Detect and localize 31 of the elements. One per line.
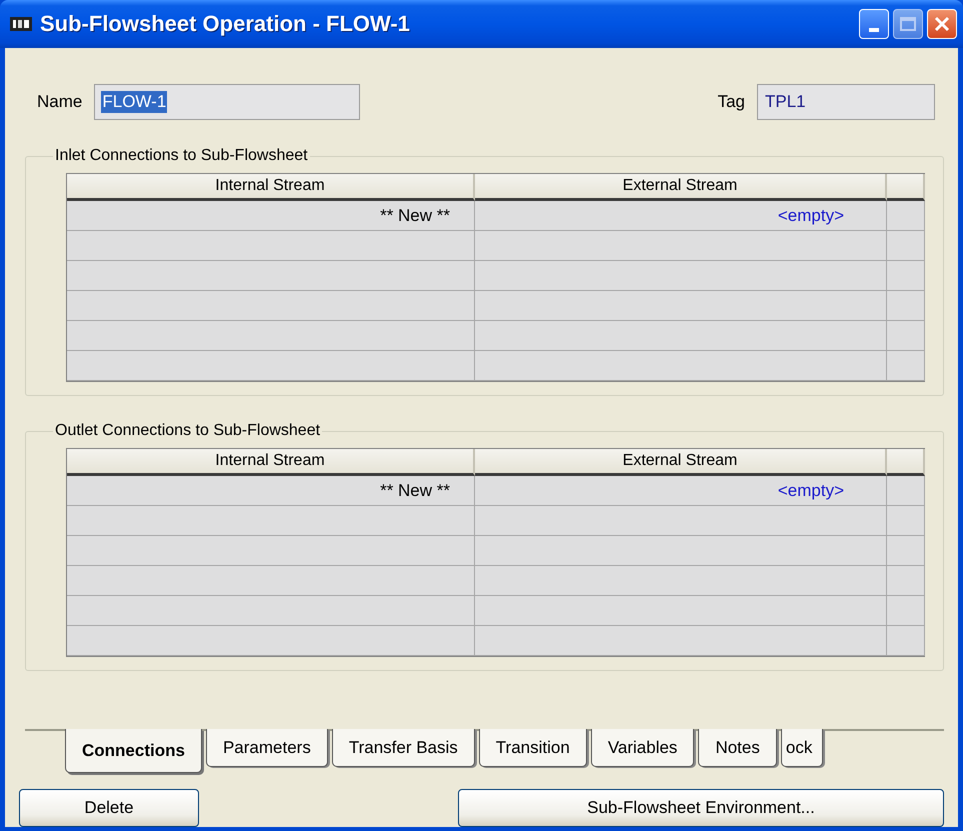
close-icon (934, 16, 950, 32)
table-cell[interactable]: <empty> (475, 201, 887, 231)
tab[interactable]: ock (780, 729, 824, 767)
tab[interactable]: Notes (698, 729, 777, 767)
tab[interactable]: Variables (590, 729, 694, 767)
column-header (887, 174, 925, 201)
minimize-icon (869, 28, 879, 32)
maximize-button[interactable] (893, 9, 923, 39)
table-cell[interactable]: <empty> (475, 476, 887, 506)
table-cell[interactable]: ** New ** (67, 476, 475, 506)
window-title: Sub-Flowsheet Operation - FLOW-1 (40, 11, 411, 37)
column-header (887, 449, 925, 476)
field-label: Tag (718, 92, 745, 112)
delete-button[interactable]: Delete (19, 789, 199, 827)
tab[interactable]: Parameters (206, 729, 328, 767)
maximize-icon (900, 17, 916, 31)
text-field[interactable]: TPL1 (757, 84, 935, 120)
column-header[interactable]: Internal Stream (67, 174, 475, 201)
text-field[interactable]: FLOW-1 (94, 84, 360, 120)
column-header[interactable]: External Stream (475, 449, 887, 476)
environment-button[interactable]: Sub-Flowsheet Environment... (458, 789, 944, 827)
tab[interactable]: Connections (65, 729, 202, 773)
app-icon (10, 17, 32, 31)
minimize-button[interactable] (859, 9, 889, 39)
table-cell[interactable]: ** New ** (67, 201, 475, 231)
column-header[interactable]: Internal Stream (67, 449, 475, 476)
field-label: Name (37, 92, 82, 112)
column-header[interactable]: External Stream (475, 174, 887, 201)
tab[interactable]: Transition (478, 729, 587, 767)
close-button[interactable] (927, 9, 957, 39)
tab[interactable]: Transfer Basis (332, 729, 475, 767)
